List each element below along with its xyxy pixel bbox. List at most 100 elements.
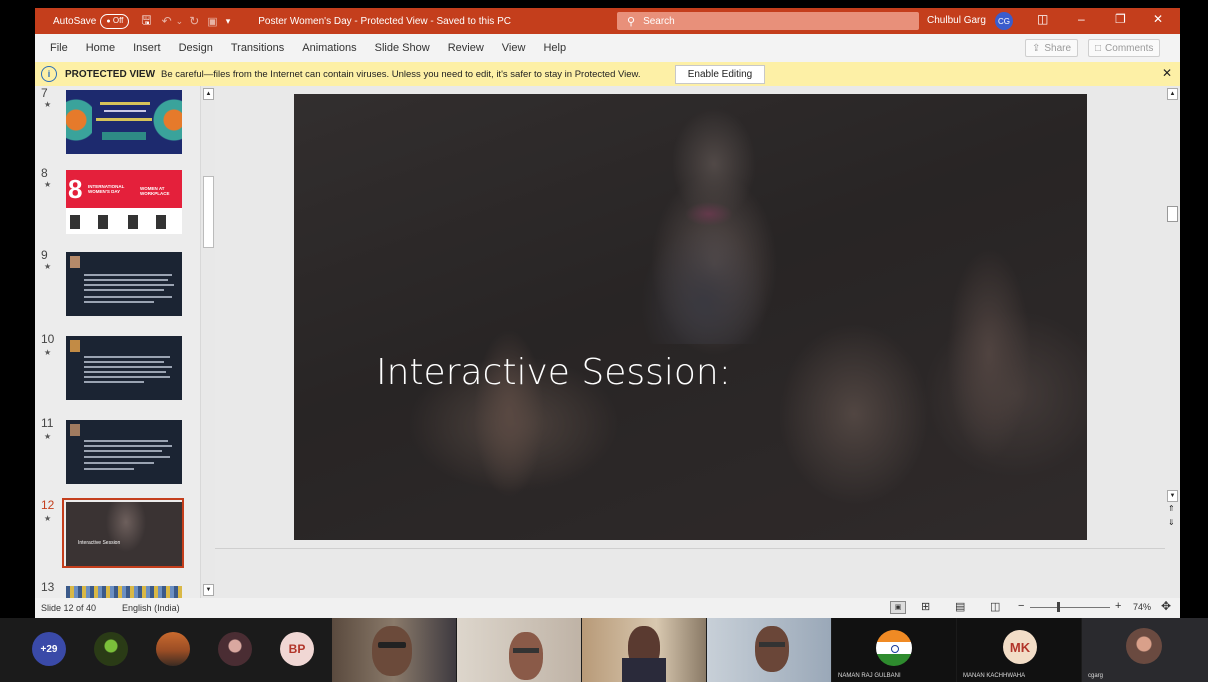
- video-tile[interactable]: [707, 618, 831, 682]
- animation-star-icon: ★: [44, 348, 52, 357]
- restore-icon[interactable]: ❐: [1115, 12, 1126, 26]
- video-tile[interactable]: [457, 618, 581, 682]
- video-tile[interactable]: [582, 618, 706, 682]
- save-icon[interactable]: 🖫: [141, 11, 151, 32]
- slide-thumbnail-12[interactable]: Interactive Session: [66, 502, 182, 566]
- participant-name: cgarg: [1088, 673, 1104, 679]
- enable-editing-button[interactable]: Enable Editing: [675, 65, 765, 84]
- thumbnail-scrollbar[interactable]: ▲ ▼: [200, 86, 216, 598]
- participant-avatar[interactable]: [94, 632, 128, 666]
- fit-to-window-icon[interactable]: ✥: [1161, 599, 1171, 613]
- scroll-up-icon[interactable]: ▲: [1167, 88, 1178, 100]
- notes-divider[interactable]: [215, 548, 1165, 549]
- participant-name: NAMAN RAJ GULBANI: [838, 673, 901, 679]
- user-name[interactable]: Chulbul Garg: [927, 15, 986, 26]
- editor-scrollbar[interactable]: ▲ ▼ ⇑ ⇓: [1165, 86, 1180, 598]
- normal-view-icon[interactable]: ▣: [890, 601, 906, 614]
- video-tile[interactable]: [332, 618, 456, 682]
- animation-star-icon: ★: [44, 514, 52, 523]
- scroll-down-icon[interactable]: ▼: [203, 584, 214, 596]
- current-slide[interactable]: Interactive Session:: [294, 94, 1087, 540]
- participant-avatar[interactable]: [218, 632, 252, 666]
- scroll-up-icon[interactable]: ▲: [203, 88, 214, 100]
- shield-icon: i: [41, 66, 57, 82]
- slide-thumbnail-8[interactable]: 8 INTERNATIONAL WOMEN'S DAY WOMEN AT WOR…: [66, 170, 182, 234]
- ribbon-display-icon[interactable]: ◫: [1037, 12, 1048, 26]
- slide-overlay: [294, 94, 1087, 540]
- participant-name: MANAN KACHHWAHA: [963, 673, 1026, 679]
- slideshow-icon[interactable]: ◫: [990, 600, 1000, 613]
- scrollbar-thumb[interactable]: [1167, 206, 1178, 222]
- title-bar: AutoSave ● Off 🖫 ↶ ⌄ ↻ ▣ ▾ Poster Women'…: [35, 8, 1180, 34]
- thumb-big-number: 8: [68, 174, 83, 204]
- next-slide-icon[interactable]: ⇓: [1168, 518, 1175, 527]
- animation-star-icon: ★: [44, 180, 52, 189]
- undo-dropdown-icon[interactable]: ⌄: [176, 16, 184, 27]
- animation-star-icon: ★: [44, 262, 52, 271]
- protected-view-message: Be careful—files from the Internet can c…: [161, 68, 641, 80]
- thumb-label: INTERNATIONAL WOMEN'S DAY: [88, 184, 125, 194]
- document-title: Poster Women's Day - Protected View - Sa…: [258, 15, 511, 27]
- tab-slide-show[interactable]: Slide Show: [366, 42, 439, 54]
- close-bar-icon[interactable]: ✕: [1162, 66, 1172, 80]
- video-tile-named[interactable]: NAMAN RAJ GULBANI: [832, 618, 956, 682]
- slide-thumbnail-9[interactable]: [66, 252, 182, 316]
- thumb-number: 7: [41, 86, 48, 100]
- tab-home[interactable]: Home: [77, 42, 124, 54]
- protected-view-title: PROTECTED VIEW: [65, 68, 156, 80]
- tab-insert[interactable]: Insert: [124, 42, 170, 54]
- scroll-down-icon[interactable]: ▼: [1167, 490, 1178, 502]
- thumb-label: WOMEN AT WORKPLACE: [140, 186, 170, 196]
- slide-thumbnail-pane: 7 ★ 8 ★ 8 INTERNATIONAL WOMEN'S DAY WOME…: [35, 86, 215, 598]
- redo-icon[interactable]: ↻: [189, 14, 199, 28]
- present-icon[interactable]: ▣: [207, 15, 217, 28]
- zoom-level[interactable]: 74%: [1133, 602, 1151, 612]
- tab-file[interactable]: File: [41, 42, 77, 54]
- close-icon[interactable]: ✕: [1153, 12, 1163, 26]
- video-tile-named[interactable]: MK MANAN KACHHWAHA: [957, 618, 1081, 682]
- thumb-caption: Interactive Session: [78, 540, 121, 546]
- slide-thumbnail-11[interactable]: [66, 420, 182, 484]
- tab-view[interactable]: View: [493, 42, 535, 54]
- search-placeholder: Search: [643, 15, 675, 27]
- share-button[interactable]: ⇪ Share: [1025, 39, 1079, 57]
- minimize-icon[interactable]: –: [1078, 12, 1085, 26]
- comments-button[interactable]: □ Comments: [1088, 39, 1161, 57]
- comment-icon: □: [1095, 42, 1102, 54]
- zoom-out-button[interactable]: −: [1018, 600, 1024, 612]
- protected-view-bar: i PROTECTED VIEW Be careful—files from t…: [35, 62, 1180, 87]
- search-box[interactable]: ⚲ Search: [617, 12, 919, 30]
- video-tile-named[interactable]: cgarg: [1082, 618, 1208, 682]
- participant-avatar[interactable]: [156, 632, 190, 666]
- tab-help[interactable]: Help: [534, 42, 575, 54]
- slide-sorter-icon[interactable]: ⊞: [921, 600, 930, 613]
- scrollbar-thumb[interactable]: [203, 176, 214, 248]
- tab-review[interactable]: Review: [439, 42, 493, 54]
- language-indicator[interactable]: English (India): [122, 603, 180, 613]
- reading-view-icon[interactable]: ▤: [955, 600, 965, 613]
- tab-animations[interactable]: Animations: [293, 42, 365, 54]
- autosave-toggle[interactable]: ● Off: [100, 13, 130, 29]
- tab-design[interactable]: Design: [170, 42, 222, 54]
- customize-toolbar-icon[interactable]: ▾: [226, 16, 231, 27]
- animation-star-icon: ★: [44, 100, 52, 109]
- zoom-slider-thumb[interactable]: [1057, 602, 1060, 612]
- ribbon-tabs: File Home Insert Design Transitions Anim…: [35, 34, 1180, 62]
- thumb-number: 10: [41, 332, 55, 346]
- thumb-number: 12: [41, 498, 55, 512]
- undo-icon[interactable]: ↶: [162, 14, 172, 28]
- previous-slide-icon[interactable]: ⇑: [1168, 504, 1175, 513]
- participant-avatar-bp[interactable]: BP: [280, 632, 314, 666]
- status-bar: Slide 12 of 40 English (India) ▣ ⊞ ▤ ◫ −…: [35, 598, 1180, 618]
- zoom-slider[interactable]: [1030, 607, 1110, 608]
- user-avatar[interactable]: CG: [995, 12, 1013, 30]
- zoom-in-button[interactable]: +: [1115, 600, 1121, 612]
- tab-transitions[interactable]: Transitions: [222, 42, 293, 54]
- animation-star-icon: ★: [44, 432, 52, 441]
- more-participants-badge[interactable]: +29: [32, 632, 66, 666]
- slide-thumbnail-13[interactable]: [66, 586, 182, 598]
- slide-thumbnail-10[interactable]: [66, 336, 182, 400]
- slide-thumbnail-7[interactable]: [66, 90, 182, 154]
- slide-title[interactable]: Interactive Session:: [376, 352, 731, 393]
- thumb-number: 13: [41, 580, 55, 594]
